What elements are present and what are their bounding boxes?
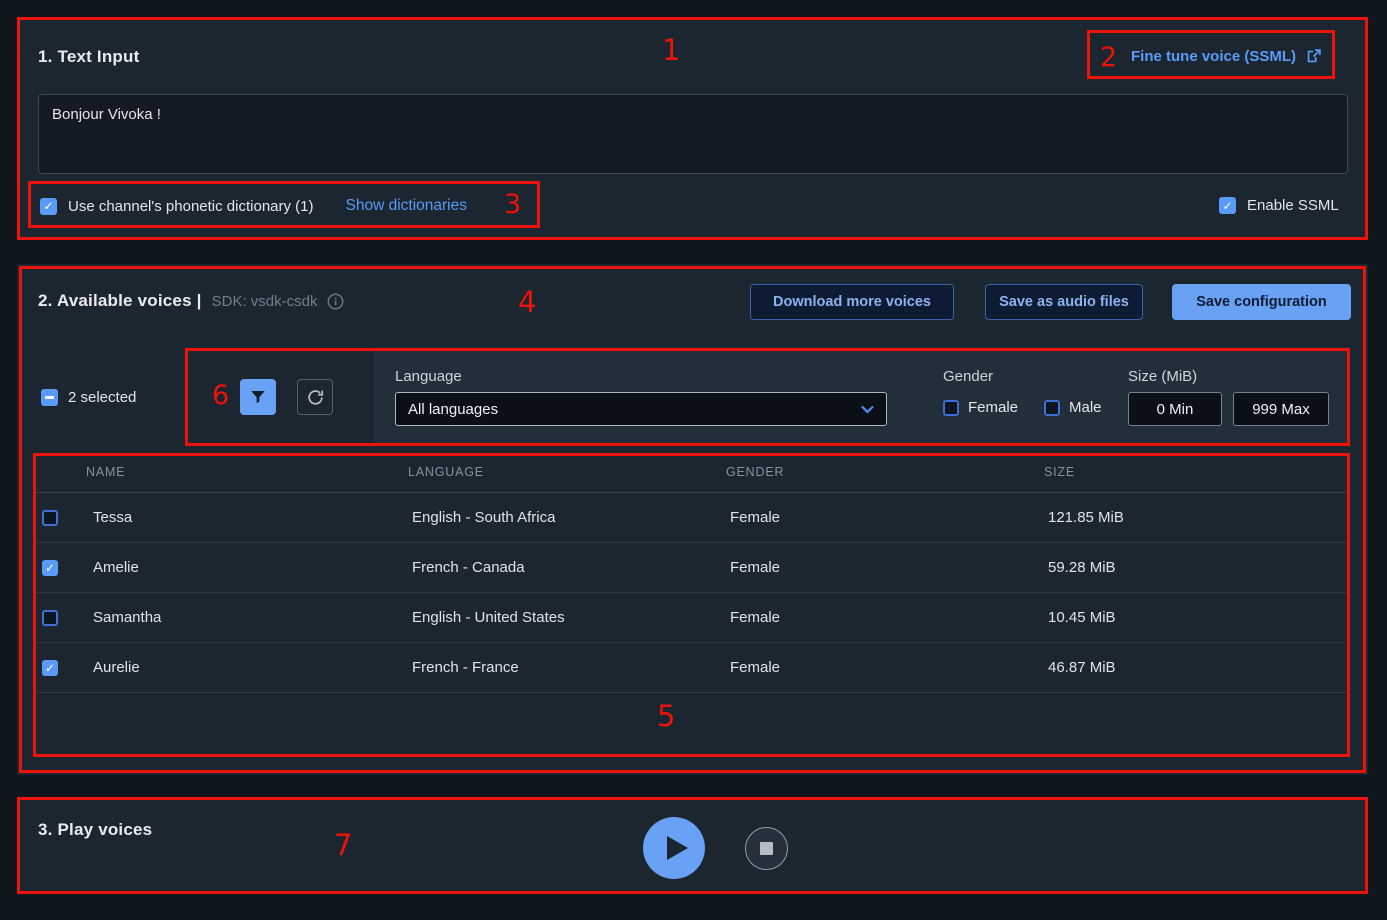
text-input-section: 1. Text Input Fine tune voice (SSML) Bon… <box>17 17 1368 240</box>
gender-female-row: Female <box>943 399 1018 416</box>
voice-name: Aurelie <box>86 659 408 676</box>
language-filter-label: Language <box>395 368 462 385</box>
refresh-icon <box>306 388 325 407</box>
save-as-audio-files-label: Save as audio files <box>999 294 1129 310</box>
table-row-amelie[interactable]: Amelie French - Canada Female 59.28 MiB <box>33 543 1350 593</box>
filter-button[interactable] <box>240 379 276 415</box>
stop-button[interactable] <box>745 827 788 870</box>
voice-name: Amelie <box>86 559 408 576</box>
gender-male-checkbox[interactable] <box>1044 400 1060 416</box>
language-select-value: All languages <box>408 401 498 418</box>
enable-ssml-label: Enable SSML <box>1247 197 1339 214</box>
row-checkbox[interactable] <box>42 660 58 676</box>
gender-male-row: Male <box>1044 399 1102 416</box>
voice-gender: Female <box>726 659 1044 676</box>
select-all-checkbox[interactable] <box>41 389 58 406</box>
header-gender: GENDER <box>726 465 1044 479</box>
download-more-voices-label: Download more voices <box>773 294 931 310</box>
gender-female-checkbox[interactable] <box>943 400 959 416</box>
phonetic-dictionary-checkbox[interactable] <box>40 198 57 215</box>
size-max-input[interactable]: 999 Max <box>1233 392 1329 426</box>
voice-name: Samantha <box>86 609 408 626</box>
size-filter-label: Size (MiB) <box>1128 368 1197 385</box>
voice-language: English - South Africa <box>408 509 726 526</box>
header-language: LANGUAGE <box>408 465 726 479</box>
voice-size: 59.28 MiB <box>1044 559 1350 576</box>
text-input-title: 1. Text Input <box>38 47 139 67</box>
play-button[interactable] <box>643 817 705 879</box>
voice-size: 121.85 MiB <box>1044 509 1350 526</box>
row-checkbox[interactable] <box>42 610 58 626</box>
header-name: NAME <box>86 465 408 479</box>
save-as-audio-files-button[interactable]: Save as audio files <box>985 284 1143 320</box>
external-link-icon <box>1305 48 1322 65</box>
tts-app-page: 1. Text Input Fine tune voice (SSML) Bon… <box>0 0 1387 920</box>
filter-funnel-icon <box>249 388 267 406</box>
available-voices-section: 2. Available voices | SDK: vsdk-csdk Dow… <box>17 264 1368 775</box>
available-voices-title: 2. Available voices | <box>38 291 202 311</box>
size-min-value: 0 Min <box>1157 401 1194 418</box>
save-configuration-label: Save configuration <box>1196 294 1327 310</box>
language-select[interactable]: All languages <box>395 392 887 426</box>
enable-ssml-checkbox[interactable] <box>1219 197 1236 214</box>
gender-male-label: Male <box>1069 399 1102 416</box>
voices-table: NAME LANGUAGE GENDER SIZE Tessa English … <box>33 452 1350 756</box>
info-icon[interactable] <box>327 293 344 310</box>
row-checkbox[interactable] <box>42 510 58 526</box>
voice-language: English - United States <box>408 609 726 626</box>
voice-language: French - France <box>408 659 726 676</box>
save-configuration-button[interactable]: Save configuration <box>1172 284 1351 320</box>
voice-gender: Female <box>726 609 1044 626</box>
table-row-samantha[interactable]: Samantha English - United States Female … <box>33 593 1350 643</box>
show-dictionaries-link[interactable]: Show dictionaries <box>346 197 467 215</box>
selected-count-row: 2 selected <box>41 389 136 406</box>
phonetic-dictionary-label: Use channel's phonetic dictionary (1) <box>68 198 314 215</box>
voice-name: Tessa <box>86 509 408 526</box>
header-size: SIZE <box>1044 465 1350 479</box>
row-checkbox[interactable] <box>42 560 58 576</box>
table-row-tessa[interactable]: Tessa English - South Africa Female 121.… <box>33 493 1350 543</box>
voice-gender: Female <box>726 509 1044 526</box>
play-icon <box>667 836 688 860</box>
download-more-voices-button[interactable]: Download more voices <box>750 284 954 320</box>
sdk-label: SDK: vsdk-csdk <box>212 293 318 310</box>
fine-tune-voice-link-label: Fine tune voice (SSML) <box>1131 48 1296 65</box>
size-min-input[interactable]: 0 Min <box>1128 392 1222 426</box>
play-voices-section: 3. Play voices <box>17 797 1368 894</box>
voice-filter-bar: Language All languages Gender Female Mal… <box>374 347 1350 446</box>
voices-table-header: NAME LANGUAGE GENDER SIZE <box>33 452 1350 493</box>
phonetic-dictionary-row: Use channel's phonetic dictionary (1) Sh… <box>40 197 467 215</box>
voice-size: 46.87 MiB <box>1044 659 1350 676</box>
fine-tune-voice-link[interactable]: Fine tune voice (SSML) <box>1131 48 1322 65</box>
tts-text-input[interactable]: Bonjour Vivoka ! <box>38 94 1348 174</box>
play-voices-title: 3. Play voices <box>38 820 152 840</box>
gender-female-label: Female <box>968 399 1018 416</box>
size-max-value: 999 Max <box>1252 401 1310 418</box>
table-row-aurelie[interactable]: Aurelie French - France Female 46.87 MiB <box>33 643 1350 693</box>
voice-size: 10.45 MiB <box>1044 609 1350 626</box>
gender-filter-label: Gender <box>943 368 993 385</box>
chevron-down-icon <box>861 405 874 414</box>
refresh-button[interactable] <box>297 379 333 415</box>
enable-ssml-row: Enable SSML <box>1219 197 1339 214</box>
voice-language: French - Canada <box>408 559 726 576</box>
selected-count-label: 2 selected <box>68 389 136 406</box>
voice-gender: Female <box>726 559 1044 576</box>
stop-icon <box>760 842 773 855</box>
